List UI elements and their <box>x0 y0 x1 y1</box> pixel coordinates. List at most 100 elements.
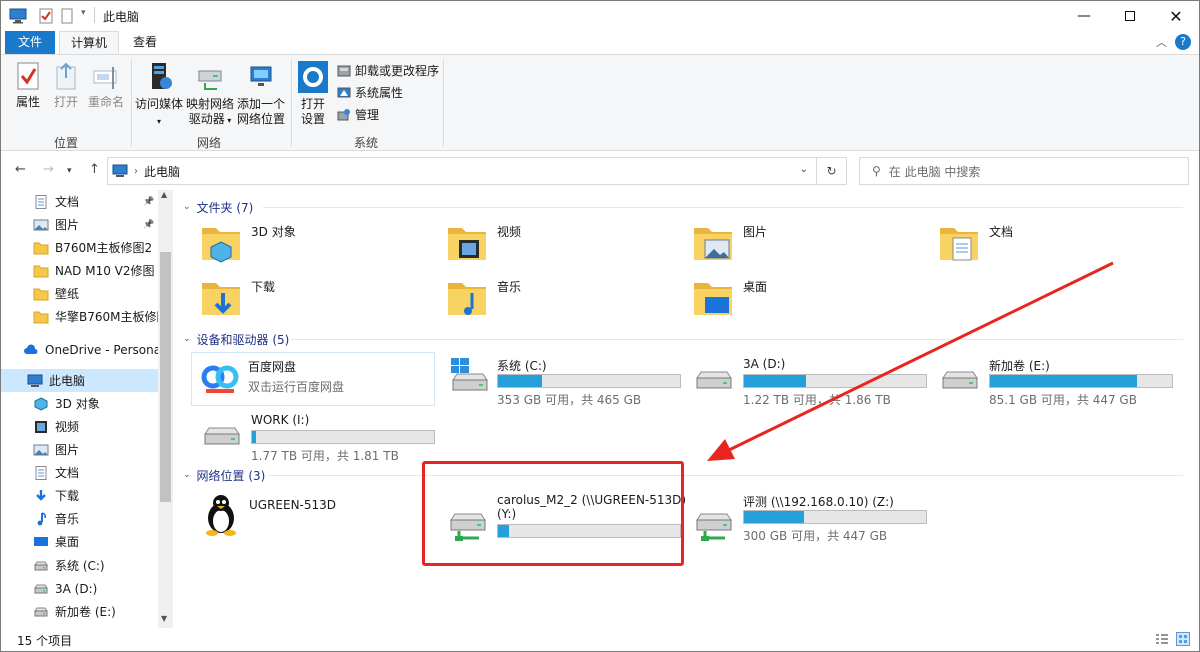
drive-tile[interactable]: 系统 (C:) 353 GB 可用，共 465 GB <box>441 352 681 407</box>
pin-icon[interactable]: 📌 <box>143 197 154 207</box>
folder-tile[interactable]: 3D 对象 <box>195 218 435 270</box>
address-bar[interactable]: › 此电脑 ⌄ <box>107 157 817 185</box>
section-header-folders[interactable]: ⌄ 文件夹 (7) <box>183 198 253 216</box>
nav-item[interactable]: NAD M10 V2修图 <box>1 259 158 282</box>
nav-item[interactable]: B760M主板修图2 <box>1 236 158 259</box>
folder-tile[interactable]: 视频 <box>441 218 681 270</box>
settings-gear-icon <box>298 61 328 93</box>
properties-button[interactable]: 属性 <box>11 61 45 110</box>
forward-icon[interactable]: → <box>43 162 54 177</box>
nav-item-label: 此电脑 <box>49 374 86 388</box>
details-view-icon[interactable] <box>1155 633 1169 645</box>
drive-usage-bar <box>743 374 927 388</box>
hard-drive-icon <box>696 371 732 389</box>
nav-item[interactable]: 桌面 <box>1 530 158 553</box>
section-header-network[interactable]: ⌄ 网络位置 (3) <box>183 466 265 484</box>
breadcrumb-separator-icon[interactable]: › <box>134 166 138 177</box>
nav-scrollbar[interactable]: ▲ ▼ <box>158 190 173 628</box>
tab-view[interactable]: 查看 <box>123 31 167 54</box>
minimize-button[interactable]: — <box>1061 1 1107 31</box>
back-icon[interactable]: ← <box>15 162 26 177</box>
drive-tile[interactable]: 3A (D:) 1.22 TB 可用，共 1.86 TB <box>687 352 927 407</box>
drive-usage-fill <box>498 525 509 537</box>
folder-icon <box>694 283 732 315</box>
folder-icon <box>33 242 49 254</box>
rename-button[interactable]: 重命名 <box>86 61 126 110</box>
nav-item[interactable]: 图片 📌 <box>1 213 158 236</box>
explorer-window: ▾ 此电脑 — ✕ 文件 计算机 查看 ︿ ? 属性 打开 重命名 位置 访问媒… <box>0 0 1200 652</box>
window-title: 此电脑 <box>103 10 140 24</box>
refresh-button[interactable]: ↻ <box>817 157 847 185</box>
drive-tile[interactable]: 新加卷 (E:) 85.1 GB 可用，共 447 GB <box>933 352 1173 407</box>
folder-tile[interactable]: 桌面 <box>687 273 927 325</box>
search-input[interactable]: ⚲ 在 此电脑 中搜索 <box>859 157 1189 185</box>
nav-item[interactable]: 文档 📌 <box>1 190 158 213</box>
scrollbar-thumb[interactable] <box>160 252 171 502</box>
open-settings-button[interactable]: 打开 设置 <box>296 61 330 127</box>
breadcrumb[interactable]: 此电脑 <box>144 163 180 180</box>
network-drive-name: 评测 (\\192.168.0.10) (Z:) <box>743 495 894 509</box>
nav-item[interactable]: 此电脑 <box>1 369 158 392</box>
manage-button[interactable]: 管理 <box>337 105 379 125</box>
maximize-button[interactable] <box>1107 1 1153 31</box>
help-icon[interactable]: ? <box>1175 34 1191 50</box>
ugreen-nas-tile[interactable]: UGREEN-513D <box>193 488 433 540</box>
properties-quick-icon[interactable] <box>39 8 53 24</box>
uninstall-program-button[interactable]: 卸载或更改程序 <box>337 61 439 81</box>
content-pane: ⌄ 文件夹 (7) 3D 对象 视频 图片 文档 下载 音乐 桌面 ⌄ 设备和驱动器… <box>173 190 1199 628</box>
scroll-up-icon[interactable]: ▲ <box>161 190 167 199</box>
music-icon <box>37 511 46 525</box>
open-icon <box>56 62 76 90</box>
nav-item[interactable]: 图片 <box>1 438 158 461</box>
windows-drive-icon <box>451 358 488 391</box>
nav-item[interactable]: 3D 对象 <box>1 392 158 415</box>
nav-item[interactable]: 华擎B760M主板修图 <box>1 305 158 328</box>
refresh-icon: ↻ <box>826 164 837 178</box>
nav-item[interactable]: 下载 <box>1 484 158 507</box>
nav-item[interactable]: 3A (D:) <box>1 577 158 600</box>
new-folder-quick-icon[interactable] <box>61 8 73 24</box>
folder-tile[interactable]: 图片 <box>687 218 927 270</box>
drive-usage-fill <box>990 375 1138 387</box>
nav-item-label: 桌面 <box>55 535 80 549</box>
nav-item[interactable]: 音乐 <box>1 507 158 530</box>
quick-access-dropdown-icon[interactable]: ▾ <box>81 8 86 18</box>
recent-dropdown-icon[interactable]: ▾ <box>67 166 72 176</box>
folder-tile[interactable]: 下载 <box>195 273 435 325</box>
nav-item[interactable]: 系统 (C:) <box>1 554 158 577</box>
folder-tile[interactable]: 音乐 <box>441 273 681 325</box>
nav-item-label: 3A (D:) <box>55 581 98 596</box>
tab-file[interactable]: 文件 <box>5 31 55 54</box>
nav-item[interactable]: 文档 <box>1 461 158 484</box>
nav-item[interactable]: OneDrive - Personal <box>1 338 158 361</box>
nav-item[interactable]: 壁纸 <box>1 282 158 305</box>
drive-usage-bar <box>497 374 681 388</box>
document-icon <box>35 194 47 209</box>
collapse-ribbon-icon[interactable]: ︿ <box>1156 34 1167 50</box>
network-drive-tile[interactable]: 评测 (\\192.168.0.10) (Z:) 300 GB 可用，共 447 … <box>687 488 927 548</box>
up-icon[interactable]: ↑ <box>89 162 100 177</box>
access-media-button[interactable]: 访问媒体 ▾ <box>135 61 183 129</box>
close-button[interactable]: ✕ <box>1153 1 1199 31</box>
baidu-netdisk-tile[interactable]: 百度网盘 双击运行百度网盘 <box>191 352 435 406</box>
nav-item[interactable]: 新加卷 (E:) <box>1 600 158 623</box>
address-dropdown-icon[interactable]: ⌄ <box>800 164 808 175</box>
pin-icon[interactable]: 📌 <box>143 220 154 230</box>
drive-free-space: 353 GB 可用，共 465 GB <box>497 393 642 407</box>
folder-tile[interactable]: 文档 <box>933 218 1173 270</box>
open-button[interactable]: 打开 <box>51 61 81 110</box>
map-network-drive-button[interactable]: 映射网络 驱动器 ▾ <box>185 61 235 128</box>
scroll-down-icon[interactable]: ▼ <box>161 614 167 623</box>
add-network-location-button[interactable]: 添加一个 网络位置 <box>235 61 287 127</box>
nav-item[interactable]: 视频 <box>1 415 158 438</box>
drive-name: 3A (D:) <box>743 357 786 371</box>
folder-name: 视频 <box>497 225 522 239</box>
tab-computer[interactable]: 计算机 <box>59 31 119 54</box>
section-header-devices[interactable]: ⌄ 设备和驱动器 (5) <box>183 330 289 348</box>
network-drive-tile[interactable]: carolus_M2_2 (\\UGREEN-513D) (Y:) <box>441 488 686 548</box>
linux-penguin-icon <box>206 495 236 536</box>
network-drive-letter: (Y:) <box>497 507 517 521</box>
large-icons-view-icon[interactable] <box>1176 632 1190 646</box>
drive-tile[interactable]: WORK (I:) 1.77 TB 可用，共 1.81 TB <box>195 408 435 463</box>
system-properties-button[interactable]: 系统属性 <box>337 83 403 103</box>
